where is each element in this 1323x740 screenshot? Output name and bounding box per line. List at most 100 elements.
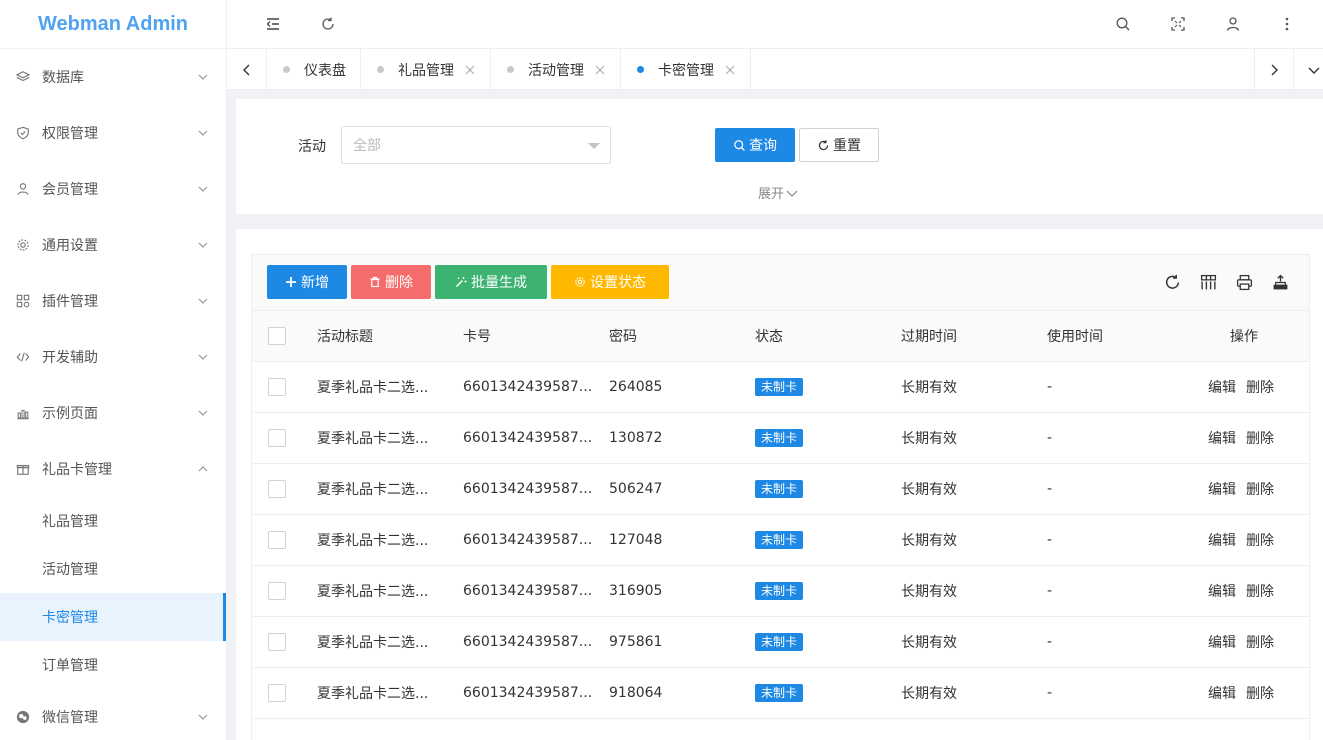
- search-icon: [734, 139, 745, 151]
- edit-link[interactable]: 编辑: [1208, 581, 1236, 601]
- tab-activities[interactable]: 活动管理: [491, 49, 621, 90]
- sidebar-item-gift-cards[interactable]: 礼品卡管理: [0, 441, 226, 497]
- select-all-checkbox[interactable]: [268, 327, 286, 345]
- tabs-scroll-right-button[interactable]: [1254, 49, 1294, 90]
- sidebar-item-plugins[interactable]: 插件管理: [0, 273, 226, 329]
- sidebar-item-permissions[interactable]: 权限管理: [0, 105, 226, 161]
- cell-actions: 编辑 删除: [1208, 566, 1284, 616]
- data-table: 新增 删除 批量生成 设置状态 活动标题 卡号 密码 状态 过期时间 使用时间 …: [251, 254, 1310, 740]
- print-button[interactable]: [1233, 271, 1255, 293]
- chevron-down-icon: [198, 714, 208, 720]
- edit-link[interactable]: 编辑: [1208, 377, 1236, 397]
- tabs-scroll-left-button[interactable]: [227, 49, 267, 90]
- app-logo: Webman Admin: [0, 0, 226, 49]
- chevron-down-icon: [1308, 67, 1320, 74]
- shield-icon: [16, 126, 30, 140]
- sidebar-item-label: 示例页面: [42, 406, 98, 422]
- sidebar-item-wechat[interactable]: 微信管理: [0, 689, 226, 740]
- sidebar-sub-orders[interactable]: 订单管理: [0, 641, 226, 689]
- table-row: 夏季礼品卡二选... 6601342439587... 975861 未制卡 长…: [252, 617, 1309, 668]
- delete-link[interactable]: 删除: [1246, 632, 1274, 652]
- cell-used-time: -: [1047, 685, 1053, 701]
- cell-expire-time: 长期有效: [901, 584, 957, 600]
- table-refresh-button[interactable]: [1161, 271, 1183, 293]
- tab-dashboard[interactable]: 仪表盘: [267, 49, 361, 90]
- header-search-button[interactable]: [1108, 9, 1138, 39]
- set-status-button[interactable]: 设置状态: [551, 265, 669, 299]
- sidebar-item-examples[interactable]: 示例页面: [0, 385, 226, 441]
- cell-password: 975861: [609, 634, 663, 650]
- batch-generate-button[interactable]: 批量生成: [435, 265, 547, 299]
- tab-gifts[interactable]: 礼品管理: [361, 49, 491, 90]
- column-filter-button[interactable]: [1197, 271, 1219, 293]
- table-row: 夏季礼品卡二选... 6601342439587... 264085 未制卡 长…: [252, 362, 1309, 413]
- fullscreen-button[interactable]: [1163, 9, 1193, 39]
- cell-status: 未制卡: [755, 413, 804, 463]
- user-profile-button[interactable]: [1218, 9, 1248, 39]
- status-badge: 未制卡: [755, 378, 804, 396]
- tab-card-keys[interactable]: 卡密管理: [621, 49, 751, 90]
- cell-actions: 编辑 删除: [1208, 362, 1284, 412]
- sidebar-item-label: 通用设置: [42, 238, 98, 254]
- sidebar-sub-card-keys[interactable]: 卡密管理: [0, 593, 226, 641]
- more-options-button[interactable]: [1272, 9, 1302, 39]
- cell-activity-title: 夏季礼品卡二选...: [317, 533, 429, 549]
- row-checkbox-cell: [268, 566, 286, 616]
- close-icon[interactable]: [464, 64, 476, 76]
- cell-password: 130872: [609, 430, 663, 446]
- delete-button[interactable]: 删除: [351, 265, 431, 299]
- refresh-button[interactable]: [313, 9, 343, 39]
- plus-icon: [286, 277, 296, 287]
- delete-link[interactable]: 删除: [1246, 683, 1274, 703]
- close-icon[interactable]: [724, 64, 736, 76]
- cell-activity-title: 夏季礼品卡二选...: [317, 482, 429, 498]
- table-row: 夏季礼品卡二选... 6601342439587... 506247 未制卡 长…: [252, 464, 1309, 515]
- search-icon: [1116, 17, 1130, 31]
- cell-status: 未制卡: [755, 362, 804, 412]
- edit-link[interactable]: 编辑: [1208, 479, 1236, 499]
- sidebar-item-dev-tools[interactable]: 开发辅助: [0, 329, 226, 385]
- edit-link[interactable]: 编辑: [1208, 530, 1236, 550]
- row-checkbox[interactable]: [268, 531, 286, 549]
- close-icon[interactable]: [594, 64, 606, 76]
- row-checkbox[interactable]: [268, 429, 286, 447]
- caret-down-icon: [588, 143, 600, 149]
- tabs-dropdown-button[interactable]: [1294, 49, 1323, 90]
- sidebar-item-members[interactable]: 会员管理: [0, 161, 226, 217]
- activity-select[interactable]: 全部: [341, 126, 611, 164]
- table-row: 夏季礼品卡二选... 6601342439587... 918064 未制卡 长…: [252, 668, 1309, 719]
- sidebar-sub-activities[interactable]: 活动管理: [0, 545, 226, 593]
- chart-icon: [16, 406, 30, 420]
- delete-link[interactable]: 删除: [1246, 530, 1274, 550]
- edit-link[interactable]: 编辑: [1208, 632, 1236, 652]
- row-checkbox[interactable]: [268, 633, 286, 651]
- tab-label: 礼品管理: [398, 62, 454, 79]
- chevron-down-icon: [198, 298, 208, 304]
- delete-link[interactable]: 删除: [1246, 479, 1274, 499]
- status-badge: 未制卡: [755, 684, 804, 702]
- row-checkbox[interactable]: [268, 378, 286, 396]
- reset-button[interactable]: 重置: [799, 128, 879, 162]
- query-button[interactable]: 查询: [715, 128, 795, 162]
- expand-toggle[interactable]: 展开: [758, 183, 798, 202]
- status-badge: 未制卡: [755, 582, 804, 600]
- delete-link[interactable]: 删除: [1246, 428, 1274, 448]
- row-checkbox[interactable]: [268, 582, 286, 600]
- cell-used-time: -: [1047, 532, 1053, 548]
- edit-link[interactable]: 编辑: [1208, 428, 1236, 448]
- sidebar-item-settings[interactable]: 通用设置: [0, 217, 226, 273]
- edit-link[interactable]: 编辑: [1208, 683, 1236, 703]
- export-button[interactable]: [1269, 271, 1291, 293]
- row-checkbox[interactable]: [268, 684, 286, 702]
- add-button[interactable]: 新增: [267, 265, 347, 299]
- chevron-right-icon: [1271, 64, 1278, 75]
- sidebar-sub-gifts[interactable]: 礼品管理: [0, 497, 226, 545]
- row-checkbox-cell: [268, 668, 286, 718]
- delete-link[interactable]: 删除: [1246, 377, 1274, 397]
- menu-toggle-button[interactable]: [258, 9, 288, 39]
- row-checkbox[interactable]: [268, 480, 286, 498]
- delete-link[interactable]: 删除: [1246, 581, 1274, 601]
- row-checkbox-cell: [268, 617, 286, 667]
- sidebar-item-database[interactable]: 数据库: [0, 49, 226, 105]
- chevron-down-icon: [198, 186, 208, 192]
